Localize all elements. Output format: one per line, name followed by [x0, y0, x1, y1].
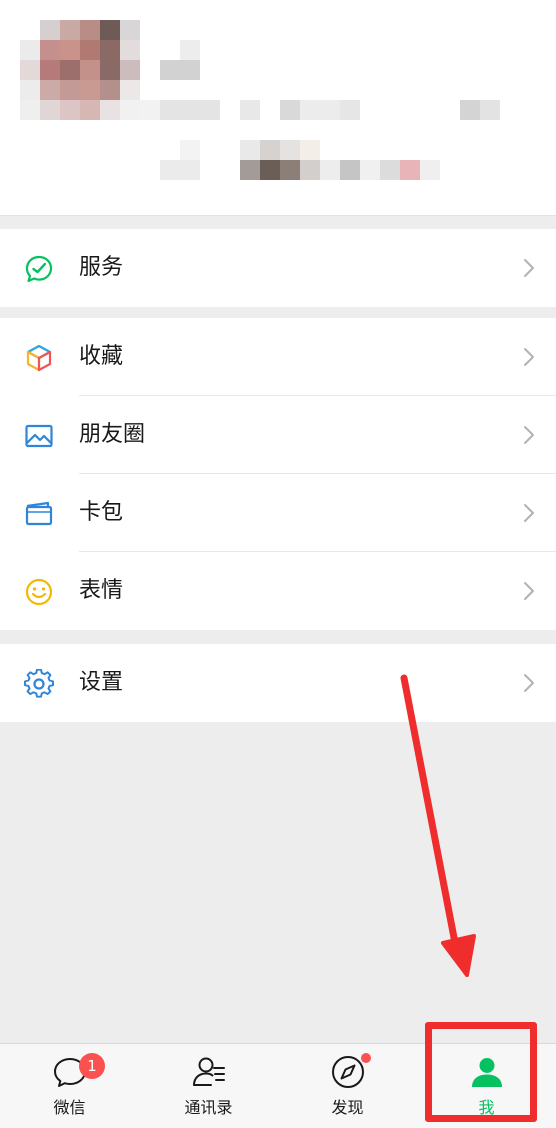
- discover-compass-icon: [330, 1054, 366, 1090]
- menu-item-label: 收藏: [79, 344, 124, 369]
- chevron-right-icon: [522, 257, 536, 279]
- tab-label: 发现: [331, 1098, 364, 1117]
- card-wallet-icon: [24, 499, 54, 529]
- chevron-right-icon: [522, 672, 536, 694]
- menu-item-label: 朋友圈: [79, 422, 146, 447]
- tab-discover[interactable]: 发现: [278, 1044, 417, 1128]
- service-check-icon: [24, 254, 54, 284]
- favorites-cube-icon: [24, 343, 54, 373]
- contacts-icon: [191, 1054, 227, 1090]
- unread-badge: 1: [79, 1053, 105, 1079]
- tab-contacts[interactable]: 通讯录: [139, 1044, 278, 1128]
- menu-group-main: 收藏 朋友圈 卡包 表情: [0, 318, 556, 630]
- profile-header[interactable]: [0, 0, 556, 216]
- tab-label: 微信: [53, 1098, 86, 1117]
- menu-item-card-wallet[interactable]: 卡包: [0, 474, 556, 552]
- chevron-right-icon: [522, 580, 536, 602]
- menu-item-moments[interactable]: 朋友圈: [0, 396, 556, 474]
- menu-item-label: 设置: [79, 670, 124, 695]
- sticker-smile-icon: [24, 577, 54, 607]
- menu-item-favorites[interactable]: 收藏: [0, 318, 556, 396]
- menu-item-service[interactable]: 服务: [0, 229, 556, 307]
- annotation-highlight-box: [425, 1022, 537, 1122]
- avatar[interactable]: [20, 20, 140, 140]
- tab-chats[interactable]: 1 微信: [0, 1044, 139, 1128]
- settings-gear-icon: [24, 669, 54, 699]
- menu-item-settings[interactable]: 设置: [0, 644, 556, 722]
- menu-item-label: 表情: [79, 578, 124, 603]
- chevron-right-icon: [522, 346, 536, 368]
- new-content-dot: [361, 1053, 371, 1063]
- menu-item-stickers[interactable]: 表情: [0, 552, 556, 630]
- menu-group-service: 服务: [0, 229, 556, 307]
- menu-group-settings: 设置: [0, 644, 556, 722]
- menu-item-label: 服务: [79, 255, 124, 280]
- menu-item-label: 卡包: [79, 500, 124, 525]
- moments-picture-icon: [24, 421, 54, 451]
- chevron-right-icon: [522, 502, 536, 524]
- tab-label: 通讯录: [184, 1098, 233, 1117]
- chevron-right-icon: [522, 424, 536, 446]
